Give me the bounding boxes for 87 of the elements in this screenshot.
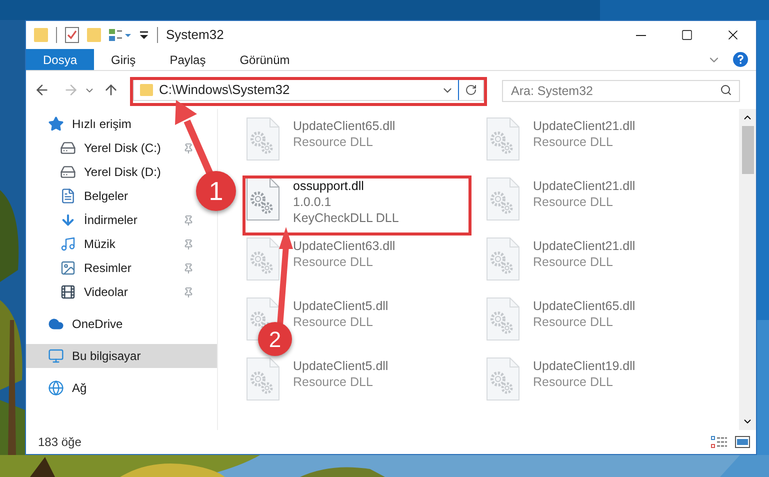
settings-file-icon bbox=[246, 117, 280, 161]
refresh-icon[interactable] bbox=[465, 84, 477, 96]
file-name[interactable]: UpdateClient65.dll bbox=[533, 298, 636, 314]
customize-icon[interactable] bbox=[139, 30, 149, 40]
back-icon[interactable] bbox=[34, 82, 50, 98]
window-title: System32 bbox=[166, 26, 224, 44]
nav-item[interactable]: Bu bilgisayar bbox=[26, 344, 217, 368]
file-detail: Resource DLL bbox=[533, 194, 614, 210]
music-note-icon bbox=[60, 236, 76, 252]
nav-item[interactable]: Belgeler bbox=[26, 184, 196, 208]
up-icon[interactable] bbox=[103, 82, 119, 98]
search-field[interactable]: Ara: System32 bbox=[502, 80, 740, 102]
drive-icon bbox=[60, 164, 76, 180]
ribbon-tab[interactable]: Paylaş bbox=[152, 49, 223, 70]
nav-label: Belgeler bbox=[84, 188, 128, 205]
nav-item[interactable]: OneDrive bbox=[26, 312, 196, 336]
search-icon[interactable] bbox=[720, 84, 732, 96]
nav-label: Bu bilgisayar bbox=[72, 348, 141, 365]
file-name[interactable]: UpdateClient63.dll bbox=[293, 238, 396, 254]
nav-item[interactable]: Müzik bbox=[26, 232, 196, 256]
file-name[interactable]: UpdateClient21.dll bbox=[533, 178, 636, 194]
star-icon bbox=[48, 116, 64, 132]
file-name[interactable]: UpdateClient5.dll bbox=[293, 298, 388, 314]
settings-file-icon bbox=[246, 177, 280, 221]
document-icon bbox=[60, 188, 76, 204]
file-detail: Resource DLL bbox=[533, 254, 614, 270]
file-name[interactable]: UpdateClient21.dll bbox=[533, 118, 636, 134]
nav-item[interactable]: Videolar bbox=[26, 280, 196, 304]
nav-label: Yerel Disk (C:) bbox=[84, 140, 161, 157]
nav-label: OneDrive bbox=[72, 316, 123, 333]
nav-label: İndirmeler bbox=[84, 212, 138, 229]
settings-file-icon bbox=[246, 357, 280, 401]
cloud-icon bbox=[48, 316, 64, 332]
file-detail: Resource DLL bbox=[293, 254, 374, 270]
file-detail: 1.0.0.1 bbox=[293, 194, 332, 210]
maximize-icon bbox=[681, 29, 693, 41]
nav-item[interactable]: Resimler bbox=[26, 256, 196, 280]
file-name[interactable]: UpdateClient21.dll bbox=[533, 238, 636, 254]
settings-file-icon bbox=[486, 297, 520, 341]
nav-item[interactable]: Yerel Disk (D:) bbox=[26, 160, 196, 184]
settings-file-icon bbox=[486, 357, 520, 401]
nav-item[interactable]: Hızlı erişim bbox=[26, 112, 196, 136]
item-count: 183 öğe bbox=[38, 434, 82, 451]
settings-file-icon bbox=[486, 237, 520, 281]
ribbon-tab[interactable]: Dosya bbox=[26, 49, 94, 70]
nav-label: Hızlı erişim bbox=[72, 116, 132, 133]
properties-icon[interactable] bbox=[109, 28, 131, 42]
file-detail: Resource DLL bbox=[533, 134, 614, 150]
file-name[interactable]: UpdateClient19.dll bbox=[533, 358, 636, 374]
file-name[interactable]: UpdateClient65.dll bbox=[293, 118, 396, 134]
nav-label: Müzik bbox=[84, 236, 116, 253]
ribbon-tab[interactable]: Görünüm bbox=[222, 49, 307, 70]
drive-icon bbox=[60, 140, 76, 156]
nav-label: Videolar bbox=[84, 284, 128, 301]
file-detail: Resource DLL bbox=[293, 374, 374, 390]
scroll-thumb[interactable] bbox=[742, 126, 754, 174]
monitor-icon bbox=[48, 348, 64, 364]
file-detail: Resource DLL bbox=[293, 314, 374, 330]
ribbon-tab[interactable]: Giriş bbox=[94, 49, 153, 70]
minimize-icon bbox=[636, 34, 646, 36]
file-detail: Resource DLL bbox=[293, 134, 374, 150]
image-icon bbox=[60, 260, 76, 276]
file-name[interactable]: UpdateClient5.dll bbox=[293, 358, 388, 374]
checklist-icon[interactable] bbox=[65, 27, 79, 43]
folder-icon bbox=[140, 83, 153, 97]
large-icons-view-icon[interactable] bbox=[735, 436, 750, 448]
address-field[interactable]: C:\Windows\System32 bbox=[133, 79, 484, 101]
nav-item[interactable]: İndirmeler bbox=[26, 208, 196, 232]
scrollbar[interactable] bbox=[739, 109, 756, 430]
address-path: C:\Windows\System32 bbox=[159, 81, 290, 100]
details-view-icon[interactable] bbox=[711, 436, 727, 448]
film-icon bbox=[60, 284, 76, 300]
nav-label: Ağ bbox=[72, 380, 87, 397]
settings-file-icon bbox=[486, 177, 520, 221]
file-detail: Resource DLL bbox=[533, 314, 614, 330]
file-detail: Resource DLL bbox=[533, 374, 614, 390]
nav-item[interactable]: Yerel Disk (C:) bbox=[26, 136, 196, 160]
download-icon bbox=[60, 212, 76, 228]
settings-file-icon bbox=[486, 117, 520, 161]
nav-item[interactable]: Ağ bbox=[26, 376, 196, 400]
help-icon[interactable] bbox=[733, 52, 748, 67]
settings-file-icon bbox=[246, 237, 280, 281]
globe-icon bbox=[48, 380, 64, 396]
file-detail: KeyCheckDLL DLL bbox=[293, 210, 399, 226]
nav-label: Yerel Disk (D:) bbox=[84, 164, 161, 181]
file-name[interactable]: ossupport.dll bbox=[293, 178, 399, 194]
nav-label: Resimler bbox=[84, 260, 132, 277]
